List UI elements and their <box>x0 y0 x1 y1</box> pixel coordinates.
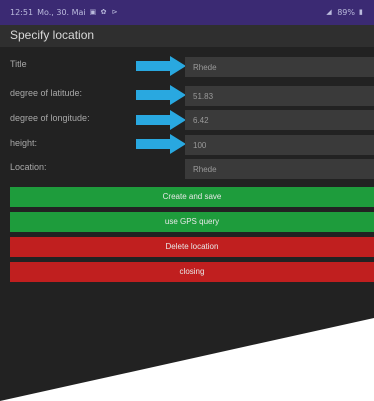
longitude-label: degree of longitude: <box>10 113 90 123</box>
closing-button[interactable]: closing <box>10 262 374 282</box>
image-icon: ▣ <box>89 8 97 16</box>
location-label: Location: <box>10 162 47 172</box>
status-time: 12:51 <box>10 8 34 17</box>
status-bar-left: 12:51 Mo., 30. Mai ▣ ✿ ⊳ <box>10 8 119 17</box>
longitude-field[interactable] <box>185 110 374 130</box>
delete-location-button[interactable]: Delete location <box>10 237 374 257</box>
page-title: Specify location <box>10 28 95 42</box>
settings-icon: ✿ <box>100 8 107 16</box>
app-screen: 12:51 Mo., 30. Mai ▣ ✿ ⊳ ◢ 89% ▮ Specify… <box>0 0 374 401</box>
status-bar: 12:51 Mo., 30. Mai ▣ ✿ ⊳ ◢ 89% ▮ <box>0 0 374 25</box>
signal-icon: ◢ <box>326 8 332 16</box>
cast-icon: ⊳ <box>111 8 118 16</box>
status-bar-right: ◢ 89% ▮ <box>326 8 366 17</box>
battery-icon: ▮ <box>359 8 363 16</box>
height-label: height: <box>10 138 38 148</box>
latitude-field[interactable] <box>185 86 374 106</box>
title-label: Title <box>10 59 27 69</box>
arrow-right-icon <box>136 110 186 130</box>
title-field[interactable] <box>185 57 374 77</box>
title-bar: Specify location <box>0 25 374 47</box>
latitude-label: degree of latitude: <box>10 88 83 98</box>
status-date: Mo., 30. Mai <box>37 8 86 17</box>
arrow-right-icon <box>136 134 186 154</box>
create-and-save-button[interactable]: Create and save <box>10 187 374 207</box>
arrow-right-icon <box>136 85 186 105</box>
location-field[interactable] <box>185 159 374 179</box>
height-field[interactable] <box>185 135 374 155</box>
use-gps-query-button[interactable]: use GPS query <box>10 212 374 232</box>
status-battery-text: 89% <box>337 8 355 17</box>
arrow-right-icon <box>136 56 186 76</box>
